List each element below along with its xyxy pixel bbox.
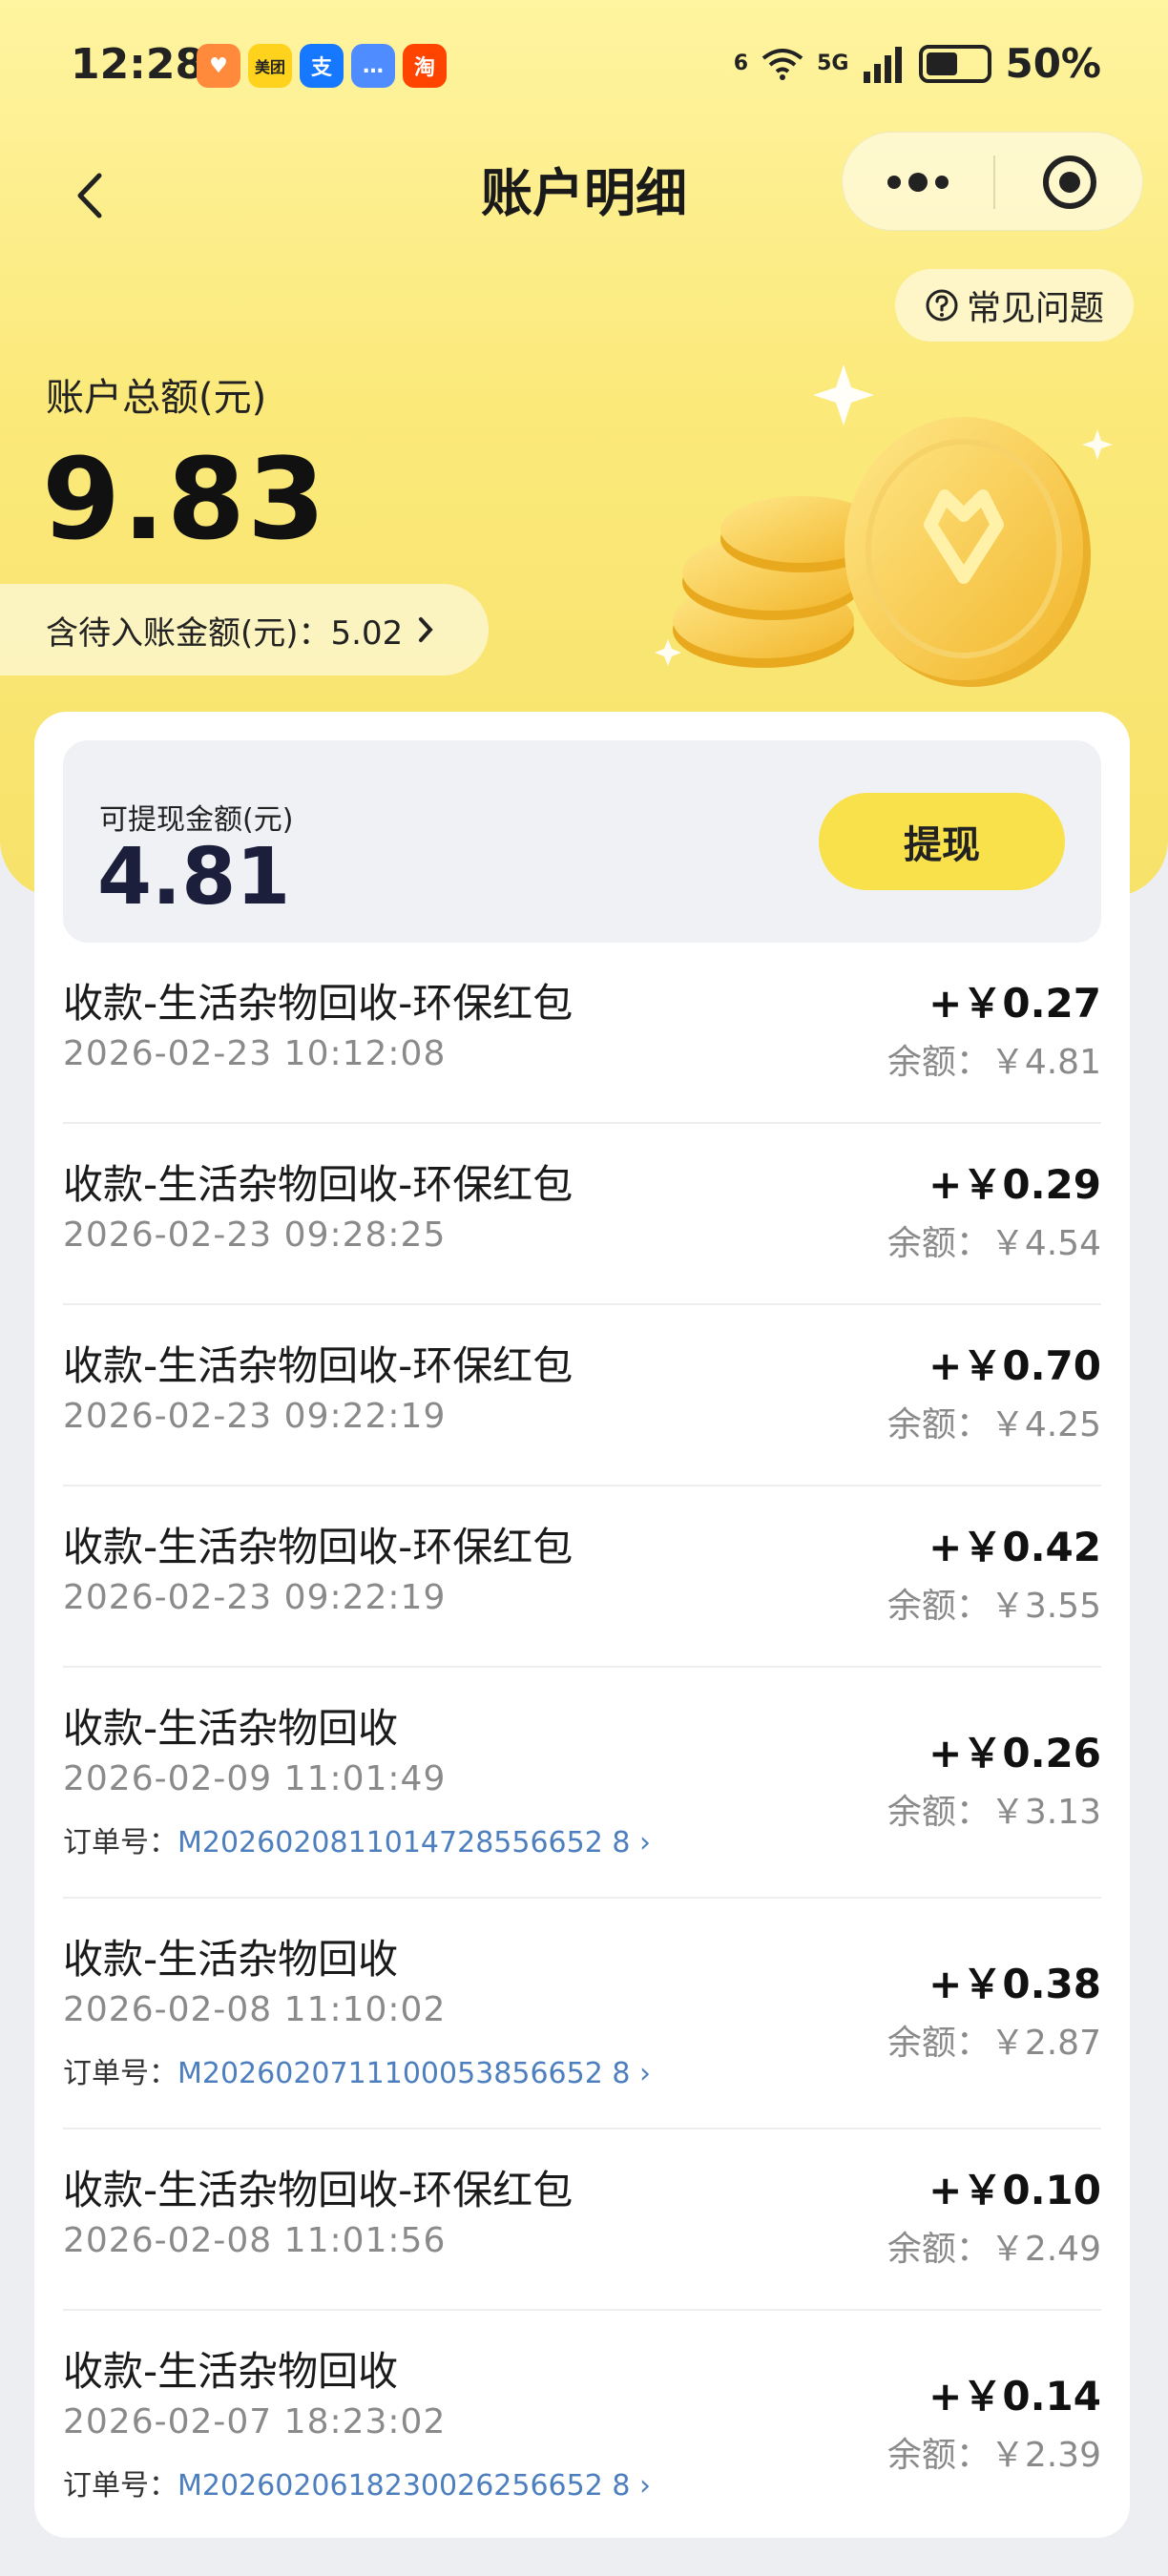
- battery-icon: [919, 44, 992, 83]
- transaction-item[interactable]: 收款-生活杂物回收 2026-02-08 11:10:02 订单号：M20260…: [63, 1899, 1101, 2129]
- transaction-amount: +￥0.42: [928, 1524, 1101, 1570]
- transaction-item[interactable]: 收款-生活杂物回收-环保红包 2026-02-23 09:22:19 +￥0.4…: [63, 1486, 1101, 1668]
- withdrawable-amount: 4.81: [97, 832, 291, 923]
- transaction-amount: +￥0.14: [928, 2373, 1101, 2420]
- alipay-icon: 支: [300, 44, 344, 88]
- miniapp-capsule: [842, 132, 1143, 231]
- transaction-amount: +￥0.70: [928, 1342, 1101, 1389]
- total-balance-label: 账户总额(元): [46, 376, 267, 420]
- battery-percent: 50%: [1005, 40, 1101, 87]
- transaction-item[interactable]: 收款-生活杂物回收-环保红包 2026-02-23 10:12:08 +￥0.2…: [63, 943, 1101, 1124]
- more-button[interactable]: [843, 133, 993, 232]
- transaction-amount: +￥0.10: [928, 2167, 1101, 2213]
- transaction-item[interactable]: 收款-生活杂物回收 2026-02-09 11:01:49 订单号：M20260…: [63, 1668, 1101, 1899]
- coins-illustration: [655, 364, 1113, 687]
- transaction-item[interactable]: 收款-生活杂物回收-环保红包 2026-02-23 09:28:25 +￥0.2…: [63, 1124, 1101, 1305]
- transaction-title: 收款-生活杂物回收-环保红包: [63, 1524, 574, 1570]
- transaction-list: 收款-生活杂物回收-环保红包 2026-02-23 10:12:08 +￥0.2…: [63, 943, 1101, 2542]
- transaction-item[interactable]: 收款-生活杂物回收 2026-02-07 18:23:02 订单号：M20260…: [63, 2311, 1101, 2542]
- order-number-link[interactable]: M2026020711100053856652 8 ›: [177, 2057, 651, 2090]
- order-number-row: 订单号：M2026020711100053856652 8 ›: [63, 2049, 651, 2091]
- transaction-date: 2026-02-23 10:12:08: [63, 1034, 447, 1073]
- withdraw-panel: 可提现金额(元) 4.81 提现: [63, 740, 1101, 943]
- transaction-balance: 余额：￥3.13: [886, 1793, 1101, 1832]
- transaction-title: 收款-生活杂物回收: [63, 1936, 399, 1983]
- transaction-title: 收款-生活杂物回收-环保红包: [63, 1161, 574, 1208]
- transaction-balance: 余额：￥3.55: [886, 1587, 1101, 1626]
- transaction-amount: +￥0.27: [928, 980, 1101, 1027]
- transaction-date: 2026-02-08 11:01:56: [63, 2221, 447, 2260]
- transaction-date: 2026-02-09 11:01:49: [63, 1759, 447, 1798]
- more-dots-icon: [887, 173, 949, 192]
- meituan-icon: 美团: [248, 44, 292, 88]
- order-number-link[interactable]: M2026020811014728556652 8 ›: [177, 1826, 651, 1859]
- message-icon: …: [351, 44, 395, 88]
- question-icon: [926, 289, 958, 322]
- transaction-date: 2026-02-07 18:23:02: [63, 2402, 447, 2441]
- transaction-amount: +￥0.29: [928, 1161, 1101, 1208]
- wifi-icon: [761, 48, 803, 80]
- pending-amount-label: 含待入账金额(元)：5.02: [46, 613, 404, 653]
- transaction-title: 收款-生活杂物回收: [63, 2348, 399, 2395]
- order-number-label: 订单号：: [63, 2057, 177, 2090]
- transaction-balance: 余额：￥4.54: [886, 1224, 1101, 1263]
- transaction-amount: +￥0.26: [928, 1730, 1101, 1776]
- transaction-balance: 余额：￥2.87: [886, 2024, 1101, 2063]
- heart-app-icon: ♥: [197, 44, 240, 88]
- network-type: 5G: [817, 51, 849, 75]
- order-number-row: 订单号：M2026020811014728556652 8 ›: [63, 1818, 651, 1860]
- notification-app-icons: ♥ 美团 支 … 淘: [197, 44, 447, 88]
- total-balance-amount: 9.83: [42, 433, 328, 565]
- transaction-title: 收款-生活杂物回收-环保红包: [63, 1342, 574, 1389]
- faq-label: 常见问题: [966, 289, 1104, 328]
- close-miniapp-button[interactable]: [995, 133, 1144, 232]
- signal-icon: [864, 46, 903, 83]
- wifi-indicator: 6: [733, 51, 749, 75]
- order-number-link[interactable]: M2026020618230026256652 8 ›: [177, 2469, 651, 2503]
- status-time: 12:28: [71, 40, 205, 89]
- target-close-icon: [1043, 156, 1096, 209]
- transaction-amount: +￥0.38: [928, 1961, 1101, 2007]
- order-number-label: 订单号：: [63, 1826, 177, 1859]
- transaction-title: 收款-生活杂物回收-环保红包: [63, 980, 574, 1027]
- transaction-title: 收款-生活杂物回收-环保红包: [63, 2167, 574, 2213]
- transaction-balance: 余额：￥4.81: [886, 1043, 1101, 1082]
- transaction-item[interactable]: 收款-生活杂物回收-环保红包 2026-02-08 11:01:56 +￥0.1…: [63, 2129, 1101, 2311]
- transaction-date: 2026-02-23 09:22:19: [63, 1578, 447, 1617]
- account-card: 可提现金额(元) 4.81 提现 收款-生活杂物回收-环保红包 2026-02-…: [34, 712, 1130, 2538]
- transaction-date: 2026-02-23 09:28:25: [63, 1215, 447, 1255]
- taobao-icon: 淘: [403, 44, 447, 88]
- status-bar: 12:28 ♥ 美团 支 … 淘 6 5G 50%: [0, 0, 1168, 134]
- transaction-balance: 余额：￥4.25: [886, 1405, 1101, 1444]
- withdraw-button[interactable]: 提现: [819, 793, 1065, 890]
- transaction-date: 2026-02-23 09:22:19: [63, 1397, 447, 1436]
- order-number-label: 订单号：: [63, 2469, 177, 2503]
- transaction-balance: 余额：￥2.49: [886, 2230, 1101, 2269]
- transaction-balance: 余额：￥2.39: [886, 2436, 1101, 2475]
- pending-amount-link[interactable]: 含待入账金额(元)：5.02: [0, 584, 489, 675]
- status-indicators: 6 5G 50%: [734, 40, 1101, 87]
- transaction-title: 收款-生活杂物回收: [63, 1705, 399, 1752]
- chevron-right-icon: [419, 617, 433, 642]
- transaction-item[interactable]: 收款-生活杂物回收-环保红包 2026-02-23 09:22:19 +￥0.7…: [63, 1305, 1101, 1486]
- order-number-row: 订单号：M2026020618230026256652 8 ›: [63, 2462, 651, 2503]
- faq-button[interactable]: 常见问题: [895, 269, 1134, 342]
- transaction-date: 2026-02-08 11:10:02: [63, 1990, 447, 2029]
